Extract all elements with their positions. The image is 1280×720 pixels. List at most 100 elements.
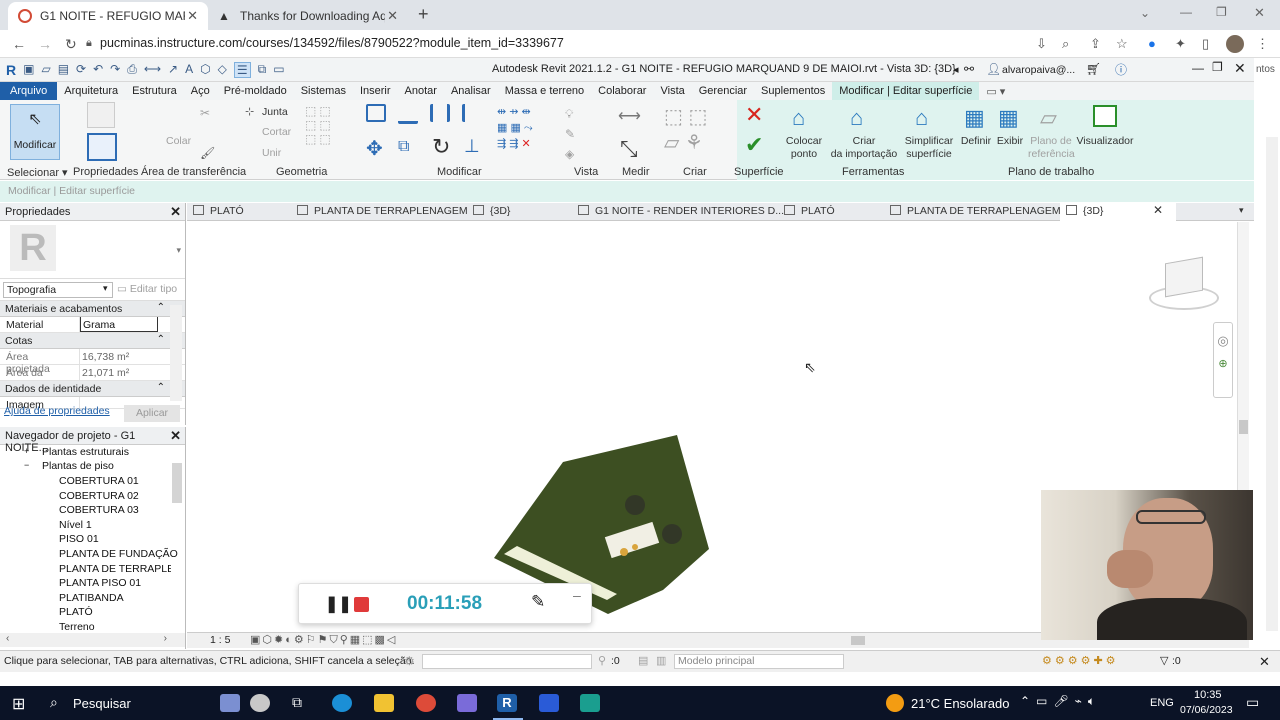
- zoom-tool-icon[interactable]: ⊕: [1214, 357, 1232, 370]
- print-icon[interactable]: ⎙: [127, 62, 137, 78]
- text-icon[interactable]: A: [185, 62, 193, 78]
- cart-icon[interactable]: 🛒︎: [1086, 62, 1101, 76]
- tree-item-selected[interactable]: PLANTA DE TERRAPLENA: [59, 563, 171, 575]
- stop-icon[interactable]: [354, 597, 369, 612]
- edit-type-button[interactable]: ▭ Editar tipo: [117, 283, 177, 295]
- view-scale[interactable]: 1 : 5: [210, 634, 230, 646]
- viewcube-box[interactable]: [1165, 256, 1203, 298]
- steering-wheel-icon[interactable]: ◎: [1214, 333, 1232, 349]
- viewcube[interactable]: [1149, 254, 1219, 314]
- tree-item[interactable]: PLANTA DE FUNDAÇÃO: [59, 548, 178, 560]
- tree-item[interactable]: COBERTURA 01: [59, 475, 139, 487]
- tree-item[interactable]: PLANTA PISO 01: [59, 577, 141, 589]
- reload-icon[interactable]: ↻: [65, 36, 77, 53]
- rotate-icon[interactable]: ↻: [432, 134, 450, 160]
- redo-icon[interactable]: ↷: [110, 62, 120, 78]
- share-icon[interactable]: ⇪: [1090, 36, 1101, 52]
- tree-item[interactable]: PISO 01: [59, 533, 99, 545]
- edge-icon[interactable]: [332, 694, 352, 712]
- app-icon-clock[interactable]: [250, 694, 270, 712]
- selection-tool-icons[interactable]: ⚙⚙⚙⚙✚⚙: [1042, 654, 1119, 667]
- app-icon-cube[interactable]: [457, 694, 477, 712]
- revit-logo-icon[interactable]: R: [6, 62, 16, 78]
- tree-item[interactable]: Terreno: [59, 621, 95, 633]
- section-materials[interactable]: Materiais e acabamentos ⌃: [0, 301, 185, 317]
- join-icon[interactable]: ⊹: [245, 105, 254, 118]
- properties-help-link[interactable]: Ajuda de propriedades: [4, 405, 110, 417]
- view-tab-plato[interactable]: PLATÓ: [193, 205, 244, 217]
- close-view-tab-icon[interactable]: ✕: [1153, 203, 1163, 217]
- chrome-icon[interactable]: [416, 694, 436, 712]
- cut-geometry-label[interactable]: Cortar: [262, 126, 291, 139]
- user-icon[interactable]: 👤︎: [986, 62, 1001, 76]
- reference-plane-label[interactable]: Plano de referência: [1028, 135, 1075, 161]
- apply-button[interactable]: Aplicar: [124, 405, 180, 422]
- move-icon[interactable]: ✥: [366, 136, 383, 161]
- tab-vista[interactable]: Vista: [653, 85, 691, 97]
- minimize-window-icon[interactable]: —: [1180, 5, 1192, 19]
- tab-colaborar[interactable]: Colaborar: [591, 85, 653, 97]
- close-properties-icon[interactable]: ✕: [170, 204, 181, 220]
- word-icon[interactable]: [539, 694, 559, 712]
- tab-analisar[interactable]: Analisar: [444, 85, 498, 97]
- measure-tool-icon[interactable]: ⟷: [618, 106, 641, 126]
- browser-menu-icon[interactable]: ⋮: [1256, 36, 1269, 52]
- topography-select[interactable]: Topografia: [3, 282, 113, 298]
- section-dimensions[interactable]: Cotas ⌃: [0, 333, 185, 349]
- create-from-import-label[interactable]: Criar da importação: [830, 135, 898, 161]
- simplify-surface-label[interactable]: Simplificar superfície: [903, 135, 955, 161]
- close-tab-icon[interactable]: ✕: [187, 8, 198, 24]
- define-workplane-icon[interactable]: ▦: [964, 105, 985, 131]
- section-icon[interactable]: ◇: [218, 62, 227, 78]
- view-tab-terraplenagem-2[interactable]: PLANTA DE TERRAPLENAGEM: [890, 205, 1061, 217]
- place-point-label[interactable]: Colocar ponto: [785, 135, 823, 161]
- weather-sun-icon[interactable]: [886, 694, 904, 712]
- profile-avatar[interactable]: [1226, 35, 1244, 53]
- create-from-import-icon[interactable]: ⌂: [850, 105, 863, 131]
- url-field[interactable]: pucminas.instructure.com/courses/134592/…: [100, 36, 564, 50]
- minimize-recorder-icon[interactable]: –: [573, 587, 581, 603]
- close-window-icon[interactable]: ✕: [1254, 5, 1265, 21]
- recorder-taskbar-icon[interactable]: [580, 694, 600, 712]
- measure-icon[interactable]: ⟷: [144, 62, 161, 78]
- revit-taskbar-icon[interactable]: R: [497, 694, 517, 712]
- tab-aco[interactable]: Aço: [184, 85, 217, 97]
- tree-item[interactable]: COBERTURA 03: [59, 504, 139, 516]
- navigation-bar[interactable]: ◎ ⊕: [1213, 322, 1233, 398]
- maximize-window-icon[interactable]: ❐: [1216, 5, 1227, 19]
- close-icon[interactable]: ✕: [1259, 654, 1270, 670]
- home-icon[interactable]: ▣: [23, 62, 34, 78]
- undo-icon[interactable]: ↶: [93, 62, 103, 78]
- browser-tab[interactable]: ▲ Thanks for Downloading Aqua D ✕: [208, 2, 408, 30]
- close-hidden-icon[interactable]: ⧉: [258, 62, 267, 78]
- view-tools-icon[interactable]: 💡︎ ✎ ◈: [565, 104, 575, 164]
- clock-date[interactable]: 07/06/2023: [1180, 704, 1233, 716]
- forward-icon[interactable]: →: [38, 36, 52, 52]
- install-icon[interactable]: ⇩: [1036, 36, 1047, 52]
- file-explorer-icon[interactable]: [374, 694, 394, 712]
- tab-inserir[interactable]: Inserir: [353, 85, 398, 97]
- user-name[interactable]: alvaropaiva@...: [1002, 64, 1075, 76]
- search-icon[interactable]: ⌕: [50, 694, 58, 711]
- editable-icon[interactable]: ⚲: [598, 654, 606, 667]
- tree-item[interactable]: Nível 1: [59, 519, 92, 531]
- mirror-draw-icon[interactable]: [462, 104, 482, 122]
- copy-icon[interactable]: ⧉: [398, 138, 409, 156]
- revit-close-icon[interactable]: ✕: [1234, 60, 1246, 77]
- tab-arquitetura[interactable]: Arquitetura: [57, 85, 125, 97]
- browser-tab-active[interactable]: G1 NOITE - REFUGIO MARQUAND ✕: [8, 2, 208, 30]
- tab-arquivo[interactable]: Arquivo: [0, 82, 58, 100]
- mirror-axis-icon[interactable]: [430, 104, 450, 122]
- view-tab-3d-active-label[interactable]: {3D}: [1066, 205, 1103, 217]
- dimension-tool-icon[interactable]: ⤡: [620, 136, 638, 162]
- view-tab-terraplenagem[interactable]: PLANTA DE TERRAPLENAGEM: [297, 205, 468, 217]
- design-option-select[interactable]: Modelo principal: [674, 654, 844, 669]
- new-tab-button[interactable]: +: [418, 4, 429, 25]
- open-icon[interactable]: ▱: [41, 62, 50, 78]
- system-tray-icons[interactable]: ⌃▭🎤︎⌁🔈︎: [1020, 694, 1101, 709]
- simplify-surface-icon[interactable]: ⌂: [915, 105, 928, 131]
- task-view-icon[interactable]: ⧉: [292, 694, 302, 711]
- dimension-icon[interactable]: ↗: [168, 62, 178, 78]
- workset-select[interactable]: [422, 654, 592, 669]
- notifications-icon[interactable]: ▭: [1246, 694, 1259, 711]
